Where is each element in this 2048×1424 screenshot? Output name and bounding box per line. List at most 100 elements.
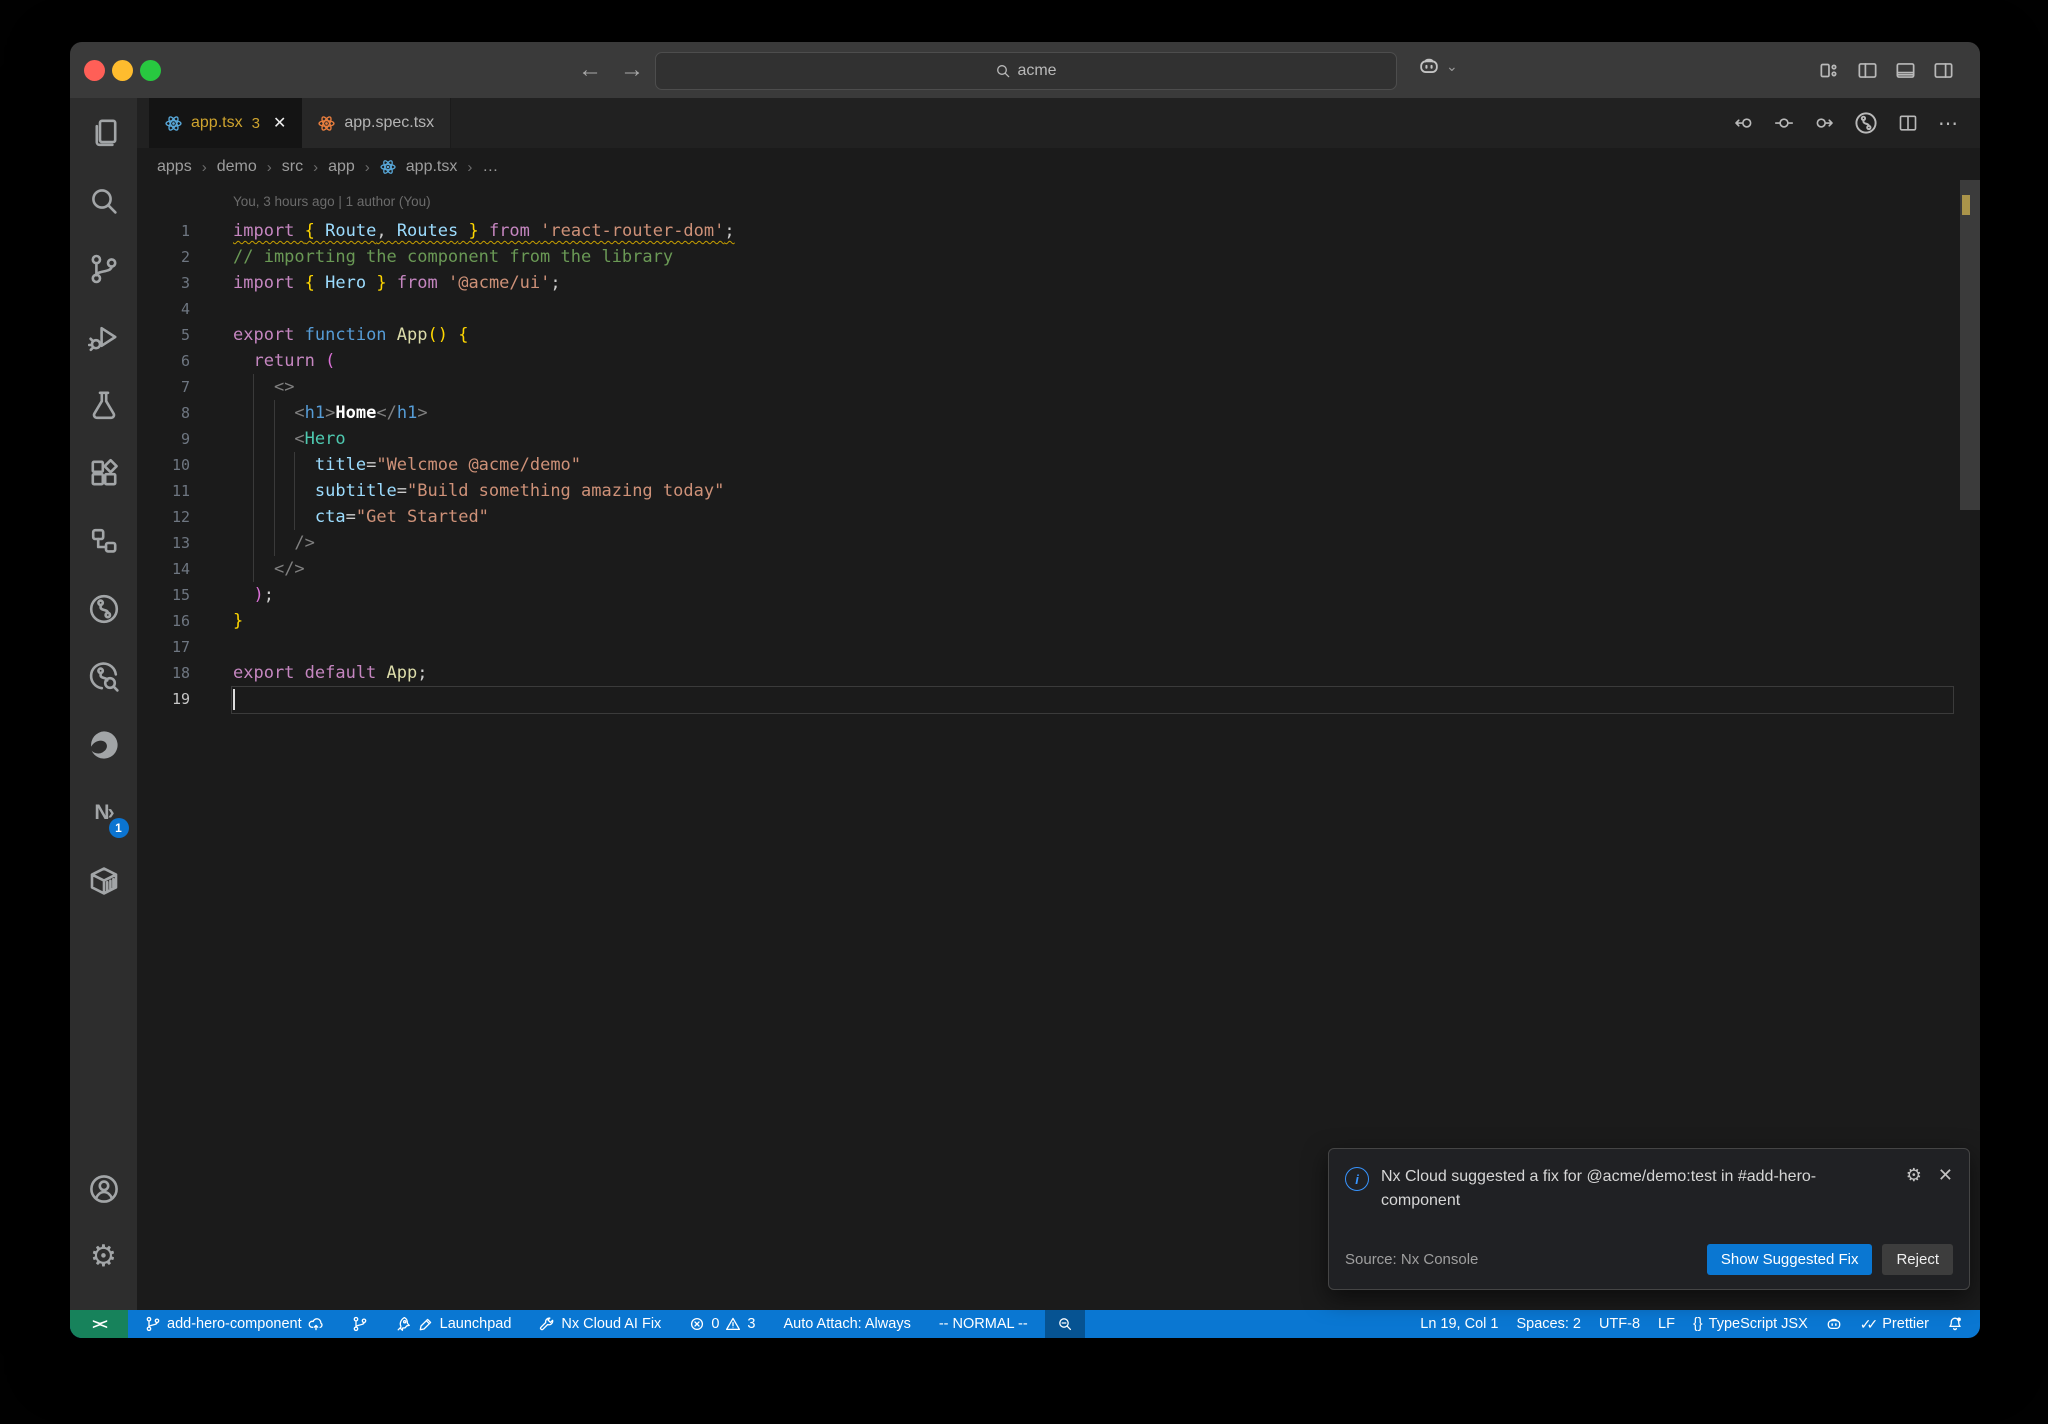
- close-icon[interactable]: ✕: [273, 113, 286, 133]
- code-line[interactable]: 3 import { Hero } from '@acme/ui';: [137, 270, 1980, 296]
- package-icon[interactable]: [81, 858, 127, 904]
- info-icon: i: [1345, 1167, 1369, 1191]
- zoom-indicator[interactable]: [1044, 1310, 1085, 1338]
- wrench-icon: [540, 1317, 554, 1331]
- edge-browser-icon[interactable]: [81, 722, 127, 768]
- code-line[interactable]: 17: [137, 634, 1980, 660]
- code-line[interactable]: 8 <h1>Home</h1>: [137, 400, 1980, 426]
- git-branch-item[interactable]: add-hero-component: [136, 1310, 333, 1338]
- vscode-window: ← → acme ⌄ N› 1 ⚙ app.tsx 3 ✕ app.spec.t…: [70, 42, 1980, 1338]
- nx-graph-icon[interactable]: [81, 586, 127, 632]
- minimize-window-button[interactable]: [112, 60, 133, 81]
- line-content: );: [253, 585, 274, 605]
- git-history-icon[interactable]: [81, 654, 127, 700]
- line-content: import { Hero } from '@acme/ui';: [233, 273, 561, 293]
- breadcrumb[interactable]: apps › demo › src › app › app.tsx › …: [157, 148, 498, 186]
- line-number: 1: [180, 222, 190, 240]
- previous-change-icon[interactable]: [1734, 113, 1754, 133]
- code-line[interactable]: 13 />: [137, 530, 1980, 556]
- breadcrumb-item[interactable]: apps: [157, 158, 192, 176]
- more-actions-icon[interactable]: ⋯: [1938, 111, 1958, 136]
- nx-graph-action-icon[interactable]: [1854, 111, 1878, 135]
- breadcrumb-item[interactable]: src: [282, 158, 303, 176]
- breadcrumb-item[interactable]: app: [328, 158, 355, 176]
- back-icon[interactable]: ←: [578, 56, 602, 84]
- nx-console-icon[interactable]: N› 1: [81, 790, 129, 838]
- toggle-primary-sidebar-icon[interactable]: [1857, 60, 1878, 81]
- scrollbar[interactable]: [1960, 98, 1980, 1310]
- code-line[interactable]: 12 cta="Get Started": [137, 504, 1980, 530]
- git-blame-annotation: You, 3 hours ago | 1 author (You): [233, 193, 431, 209]
- code-line[interactable]: 9 <Hero: [137, 426, 1980, 452]
- next-change-icon[interactable]: [1814, 113, 1834, 133]
- explorer-icon[interactable]: [81, 110, 127, 156]
- code-line[interactable]: 10 title="Welcmoe @acme/demo": [137, 452, 1980, 478]
- language-mode-item[interactable]: {} TypeScript JSX: [1684, 1310, 1817, 1338]
- indent-guide: [253, 374, 254, 582]
- code-line[interactable]: 6 return (: [137, 348, 1980, 374]
- copilot-status-item[interactable]: [1817, 1310, 1851, 1338]
- tab-app-spec-tsx[interactable]: app.spec.tsx: [302, 98, 452, 148]
- code-line[interactable]: 15 );: [137, 582, 1980, 608]
- line-number: 11: [171, 482, 190, 500]
- settings-gear-icon[interactable]: ⚙: [81, 1234, 127, 1280]
- notification-gear-icon[interactable]: ⚙: [1906, 1165, 1922, 1213]
- current-change-icon[interactable]: [1774, 113, 1794, 133]
- close-window-button[interactable]: [84, 60, 105, 81]
- notification-close-icon[interactable]: ✕: [1938, 1165, 1953, 1213]
- command-center-search[interactable]: acme: [655, 52, 1397, 90]
- launchpad-item[interactable]: Launchpad: [387, 1310, 521, 1338]
- toggle-panel-icon[interactable]: [1895, 60, 1916, 81]
- remote-indicator[interactable]: ><: [70, 1310, 128, 1338]
- chevron-down-icon[interactable]: ⌄: [1446, 58, 1458, 75]
- customize-layout-icon[interactable]: [1819, 60, 1840, 81]
- notifications-bell-item[interactable]: [1938, 1310, 1972, 1338]
- split-editor-icon[interactable]: [1898, 113, 1918, 133]
- code-line[interactable]: 2 // importing the component from the lib…: [137, 244, 1980, 270]
- code-line[interactable]: 16}: [137, 608, 1980, 634]
- code-line[interactable]: 7 <>: [137, 374, 1980, 400]
- breadcrumb-item[interactable]: demo: [217, 158, 257, 176]
- eol-item[interactable]: LF: [1649, 1310, 1684, 1338]
- notification-message: Nx Cloud suggested a fix for @acme/demo:…: [1381, 1168, 1817, 1209]
- references-icon[interactable]: [81, 518, 127, 564]
- copilot-icon[interactable]: [1418, 55, 1440, 77]
- scrollbar-thumb[interactable]: [1960, 180, 1980, 510]
- breadcrumb-item[interactable]: …: [482, 158, 498, 176]
- zoom-window-button[interactable]: [140, 60, 161, 81]
- code-line[interactable]: 11 subtitle="Build something amazing tod…: [137, 478, 1980, 504]
- nx-cloud-ai-fix-item[interactable]: Nx Cloud AI Fix: [530, 1310, 670, 1338]
- cursor-position-item[interactable]: Ln 19, Col 1: [1411, 1310, 1507, 1338]
- code-line[interactable]: 14 </>: [137, 556, 1980, 582]
- code-line[interactable]: 18 export default App;: [137, 660, 1980, 686]
- problems-item[interactable]: 0 3: [680, 1310, 764, 1338]
- react-icon: [318, 114, 335, 132]
- source-control-icon[interactable]: [81, 246, 127, 292]
- code-line[interactable]: 4: [137, 296, 1980, 322]
- editor-group: app.tsx 3 ✕ app.spec.tsx ⋯ apps › demo › s…: [137, 98, 1980, 1310]
- vim-mode-item[interactable]: -- NORMAL --: [930, 1310, 1037, 1338]
- show-suggested-fix-button[interactable]: Show Suggested Fix: [1706, 1244, 1873, 1275]
- breadcrumb-item[interactable]: app.tsx: [406, 158, 458, 176]
- encoding-item[interactable]: UTF-8: [1590, 1310, 1649, 1338]
- account-icon[interactable]: [81, 1166, 127, 1212]
- notification-toast: i Nx Cloud suggested a fix for @acme/dem…: [1328, 1148, 1970, 1290]
- search-sidebar-icon[interactable]: [81, 178, 127, 224]
- code-line[interactable]: 5 export function App() {: [137, 322, 1980, 348]
- extensions-icon[interactable]: [81, 450, 127, 496]
- run-debug-icon[interactable]: [81, 314, 127, 360]
- toggle-secondary-sidebar-icon[interactable]: [1933, 60, 1954, 81]
- bell-icon: [1949, 1316, 1962, 1331]
- search-value: acme: [1017, 62, 1057, 79]
- tab-label: app.tsx: [191, 114, 243, 131]
- testing-icon[interactable]: [81, 382, 127, 428]
- tab-app-tsx[interactable]: app.tsx 3 ✕: [149, 98, 303, 148]
- auto-attach-item[interactable]: Auto Attach: Always: [774, 1310, 919, 1338]
- git-graph-item[interactable]: [343, 1310, 377, 1338]
- code-editor[interactable]: 1 import { Route, Routes } from 'react-ro…: [137, 218, 1980, 1310]
- indentation-item[interactable]: Spaces: 2: [1507, 1310, 1590, 1338]
- reject-button[interactable]: Reject: [1882, 1244, 1953, 1275]
- forward-icon[interactable]: →: [620, 56, 644, 84]
- code-line[interactable]: 1 import { Route, Routes } from 'react-ro…: [137, 218, 1980, 244]
- prettier-item[interactable]: ✓✓ Prettier: [1851, 1310, 1938, 1338]
